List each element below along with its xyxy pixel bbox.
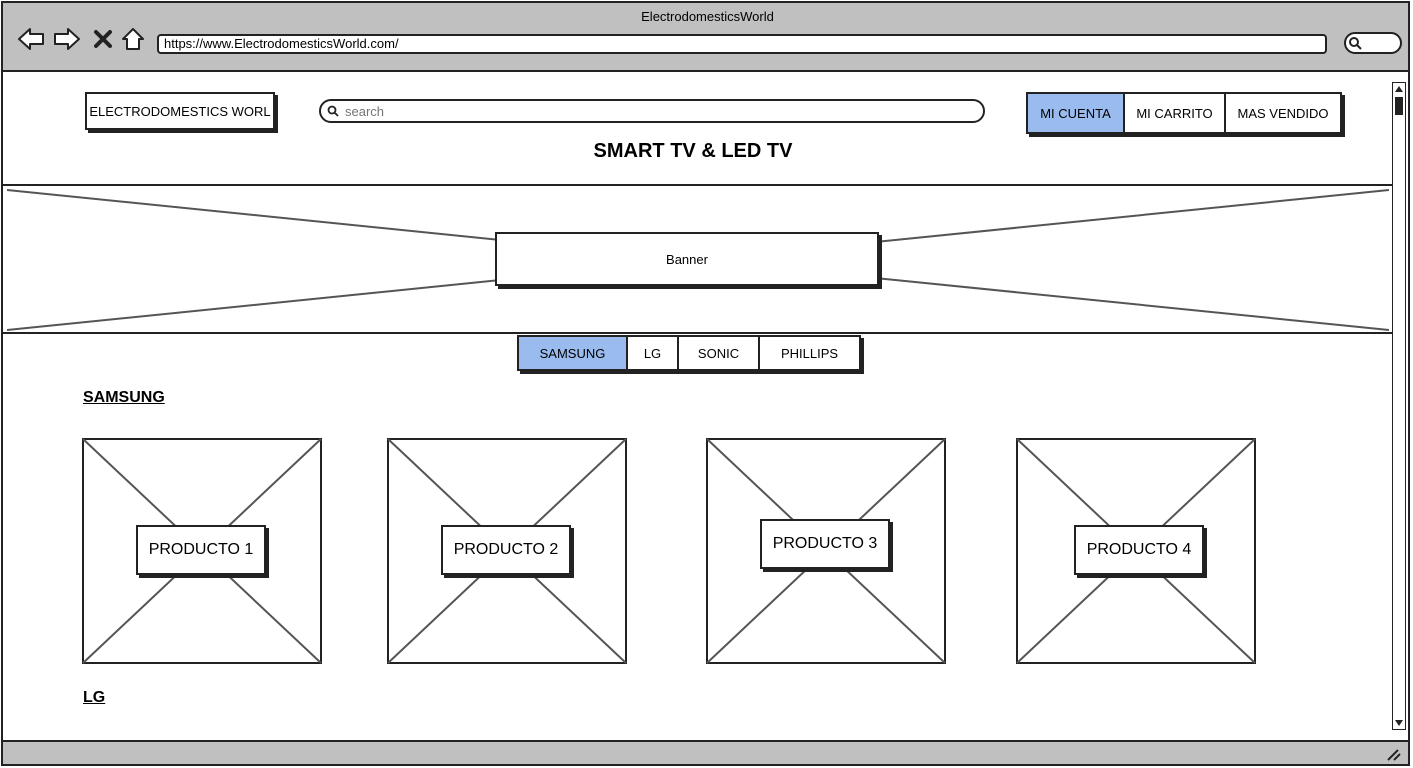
vertical-scrollbar[interactable] — [1392, 82, 1406, 730]
section-heading-samsung[interactable]: SAMSUNG — [83, 389, 165, 407]
forward-icon[interactable] — [53, 25, 81, 53]
tab-sonic[interactable]: SONIC — [679, 337, 760, 369]
page-title: SMART TV & LED TV — [593, 140, 793, 162]
product-card[interactable]: PRODUCTO 4 — [1016, 438, 1256, 664]
search-icon — [327, 105, 339, 117]
scroll-up-icon[interactable] — [1393, 84, 1405, 94]
product-card[interactable]: PRODUCTO 2 — [387, 438, 627, 664]
section-heading-lg[interactable]: LG — [83, 689, 105, 707]
nav-mas-vendido[interactable]: MAS VENDIDO — [1226, 94, 1340, 132]
back-icon[interactable] — [17, 25, 45, 53]
brand-tabs: SAMSUNG LG SONIC PHILLIPS — [517, 335, 861, 371]
product-label: PRODUCTO 3 — [760, 519, 890, 569]
home-icon[interactable] — [119, 25, 147, 53]
browser-search-field[interactable] — [1344, 32, 1402, 54]
product-label: PRODUCTO 4 — [1074, 525, 1204, 575]
product-card[interactable]: PRODUCTO 1 — [82, 438, 322, 664]
search-icon — [1349, 37, 1362, 50]
product-label: PRODUCTO 2 — [441, 525, 571, 575]
scrollbar-thumb[interactable] — [1395, 97, 1403, 115]
tab-lg[interactable]: LG — [628, 337, 679, 369]
browser-window: ElectrodomesticsWorld https://www.Electr… — [0, 0, 1413, 768]
status-bar — [1, 740, 1410, 766]
search-input[interactable] — [343, 102, 947, 120]
divider — [3, 184, 1392, 186]
banner-label: Banner — [495, 232, 879, 286]
tab-samsung[interactable]: SAMSUNG — [519, 337, 628, 369]
account-nav: MI CUENTA MI CARRITO MAS VENDIDO — [1026, 92, 1342, 134]
divider — [3, 332, 1392, 334]
url-bar[interactable]: https://www.ElectrodomesticsWorld.com/ — [157, 34, 1327, 54]
product-label: PRODUCTO 1 — [136, 525, 266, 575]
site-search-box[interactable] — [319, 99, 985, 123]
close-icon[interactable] — [89, 25, 117, 53]
nav-mi-carrito[interactable]: MI CARRITO — [1125, 94, 1226, 132]
tab-phillips[interactable]: PHILLIPS — [760, 337, 859, 369]
product-card[interactable]: PRODUCTO 3 — [706, 438, 946, 664]
resize-grip-icon[interactable] — [1386, 748, 1402, 762]
nav-mi-cuenta[interactable]: MI CUENTA — [1028, 94, 1125, 132]
browser-chrome: ElectrodomesticsWorld https://www.Electr… — [1, 1, 1410, 72]
scroll-down-icon[interactable] — [1393, 718, 1405, 728]
page-viewport: ELECTRODOMESTICS WORL MI CUENTA MI CARRI… — [1, 72, 1410, 740]
window-title: ElectrodomesticsWorld — [641, 9, 774, 24]
site-logo[interactable]: ELECTRODOMESTICS WORL — [85, 92, 275, 130]
